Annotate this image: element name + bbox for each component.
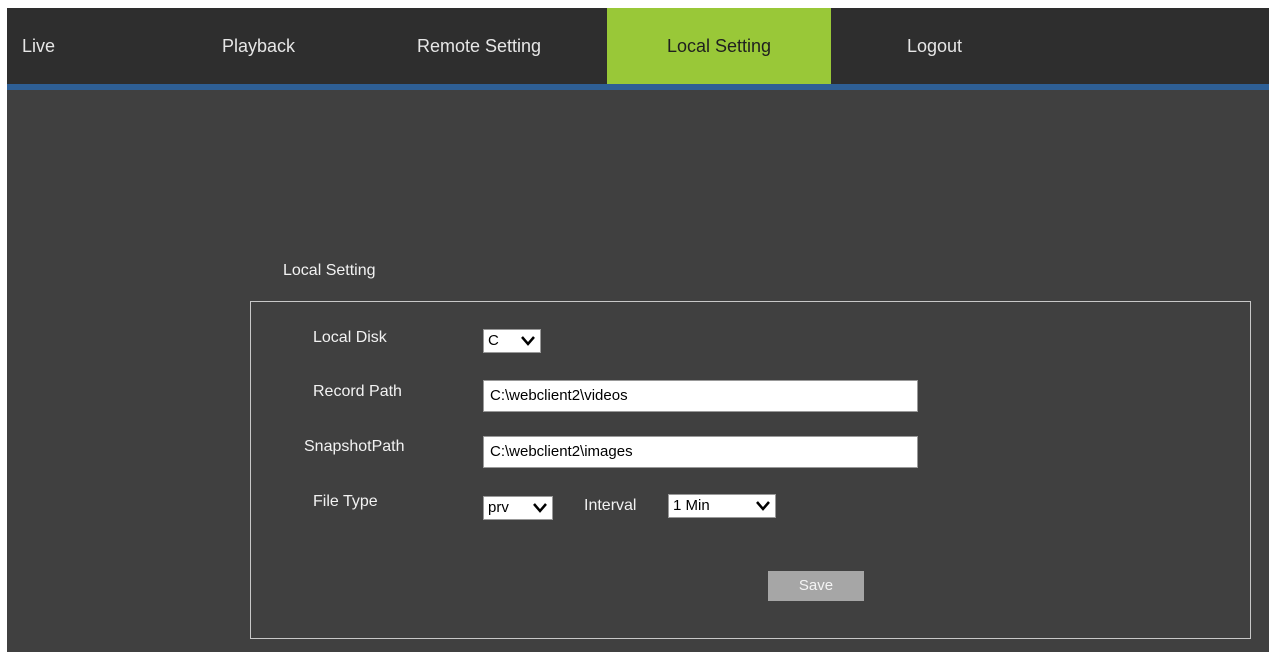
chevron-down-icon — [756, 501, 770, 511]
nav-logout[interactable]: Logout — [907, 8, 962, 84]
nav-playback[interactable]: Playback — [222, 8, 295, 84]
section-title: Local Setting — [283, 262, 376, 279]
file-type-label: File Type — [313, 493, 378, 510]
record-path-label: Record Path — [313, 383, 402, 400]
save-button[interactable]: Save — [768, 571, 864, 601]
file-type-select[interactable]: prv — [483, 496, 553, 520]
chevron-down-icon — [521, 336, 535, 346]
interval-label: Interval — [584, 497, 637, 514]
local-disk-value: C — [488, 332, 499, 349]
interval-select[interactable]: 1 Min — [668, 494, 776, 518]
topbar-accent-line — [7, 84, 1269, 90]
app-window: Live Playback Remote Setting Local Setti… — [7, 8, 1269, 652]
local-disk-select[interactable]: C — [483, 329, 541, 353]
local-disk-label: Local Disk — [313, 329, 387, 346]
top-navigation-bar: Live Playback Remote Setting Local Setti… — [7, 8, 1269, 84]
interval-value: 1 Min — [673, 497, 710, 514]
nav-local-setting[interactable]: Local Setting — [607, 8, 831, 84]
local-setting-panel — [250, 301, 1251, 639]
chevron-down-icon — [533, 503, 547, 513]
file-type-value: prv — [488, 499, 509, 516]
snapshot-path-input[interactable]: C:\webclient2\images — [483, 436, 918, 468]
nav-remote-setting[interactable]: Remote Setting — [417, 8, 541, 84]
nav-live[interactable]: Live — [22, 8, 55, 84]
snapshot-path-label: SnapshotPath — [304, 438, 405, 455]
record-path-input[interactable]: C:\webclient2\videos — [483, 380, 918, 412]
